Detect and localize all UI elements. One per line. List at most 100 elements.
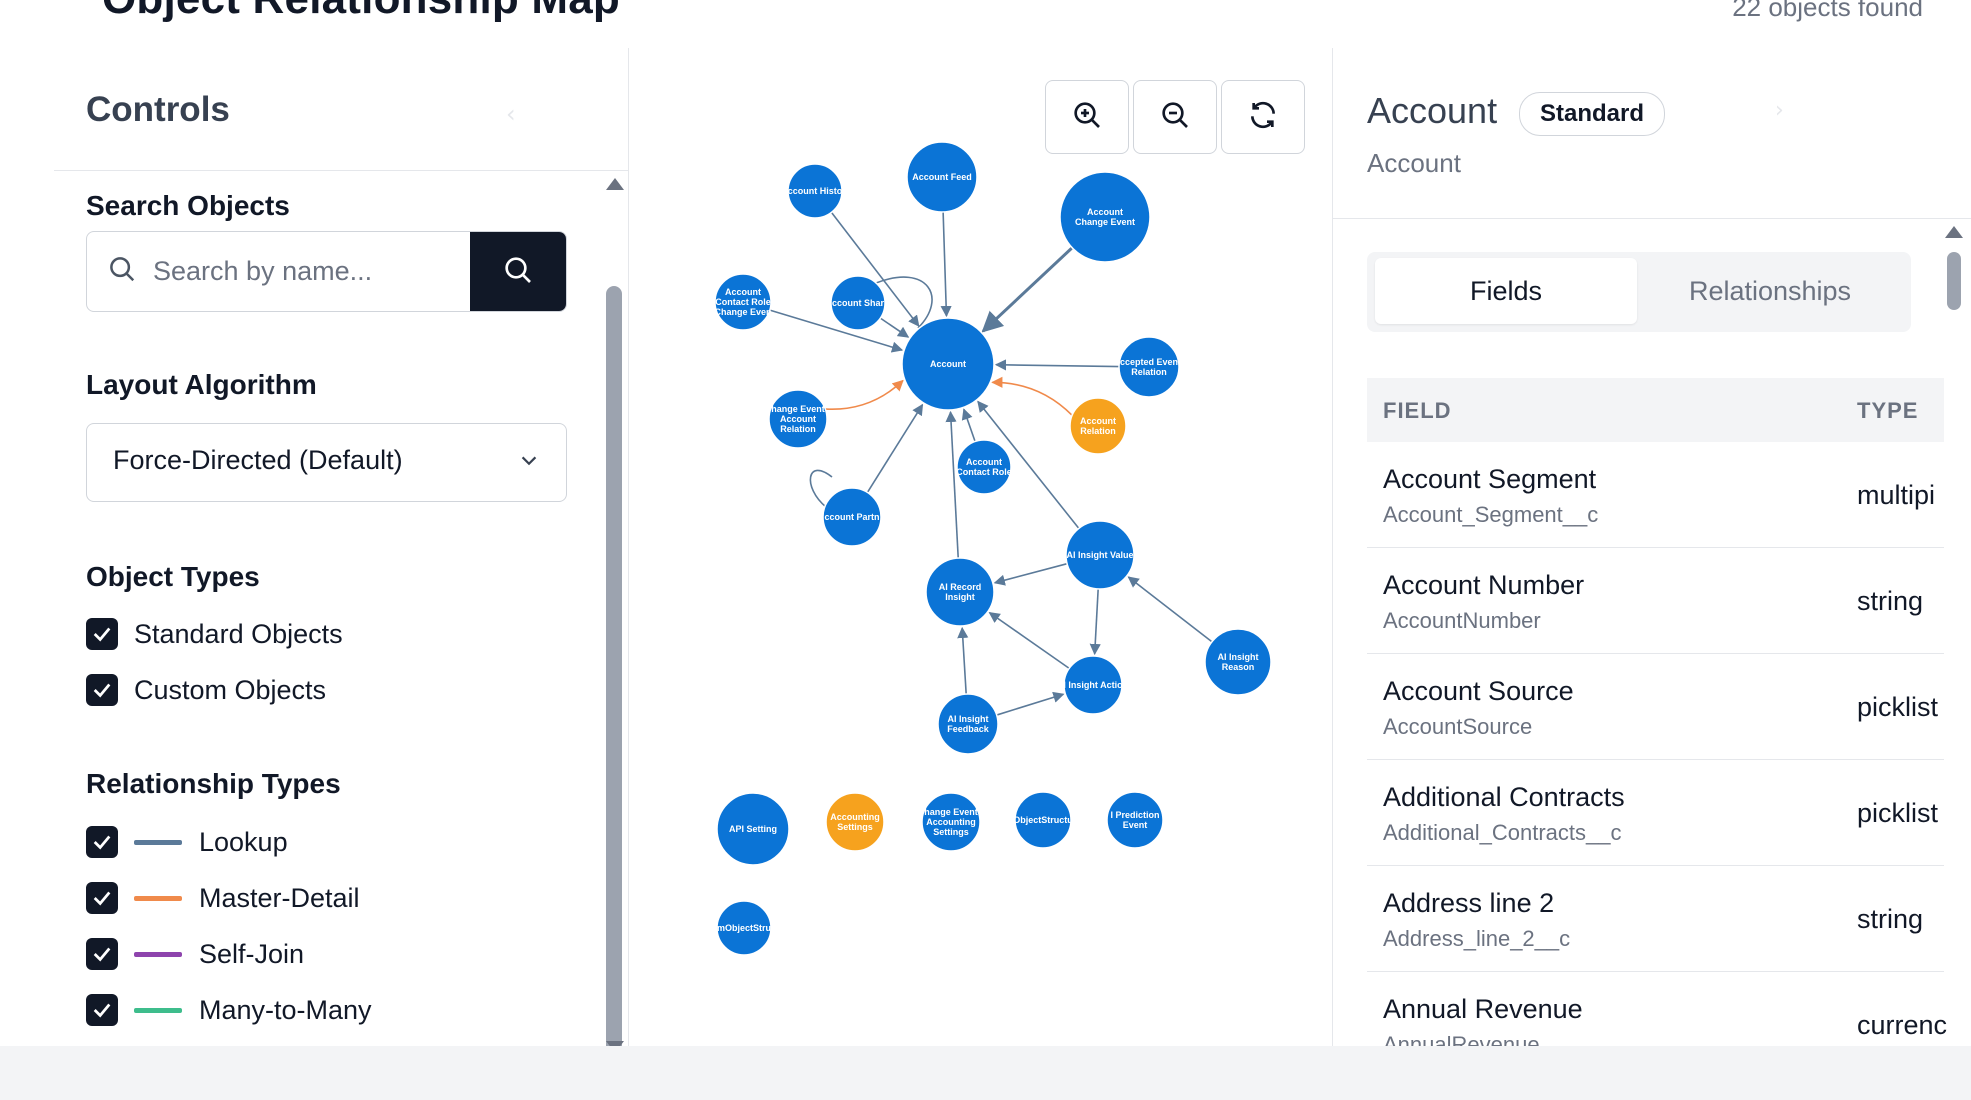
node-label: ccepted Even	[1120, 357, 1178, 367]
zoom-in-button[interactable]	[1045, 80, 1129, 154]
graph-node-custom-object-structure[interactable]: mObjectStru	[716, 900, 772, 956]
node-label: Account	[780, 414, 816, 424]
many-to-many-swatch	[134, 1007, 182, 1013]
graph-node-api-setting[interactable]: API Setting	[716, 792, 790, 866]
node-label: Contact Role	[956, 467, 1012, 477]
graph-node-accounting-settings[interactable]: AccountingSettings	[825, 792, 885, 852]
search-button-icon	[502, 254, 534, 290]
graph-node-change-event-account-relation[interactable]: hange EventAccountRelation	[768, 389, 828, 449]
graph-node-ai-insight-feedback[interactable]: AI InsightFeedback	[937, 693, 999, 755]
search-label: Search Objects	[86, 190, 290, 221]
node-label: hange Event	[924, 807, 978, 817]
node-label: I Prediction	[1110, 810, 1159, 820]
left-gutter	[0, 0, 55, 1100]
node-label: ObjectStructu	[1013, 815, 1073, 825]
reset-view-button[interactable]	[1221, 80, 1305, 154]
scrollbar-thumb[interactable]	[606, 286, 622, 1076]
graph-node-ai-insight-action[interactable]: I Insight Actio	[1063, 655, 1123, 715]
node-label: AI Insight	[1218, 652, 1259, 662]
graph-node-ai-record-insight[interactable]: AI RecordInsight	[925, 557, 995, 627]
graph-node-account[interactable]: Account	[901, 317, 995, 411]
node-label: ccount Shar	[832, 298, 885, 308]
field-api-name: AccountNumber	[1383, 608, 1541, 633]
lookup-swatch	[134, 839, 182, 845]
layout-select[interactable]: Force-Directed (Default)	[86, 423, 567, 502]
graph-node-accepted-event-relation[interactable]: ccepted EvenRelation	[1118, 336, 1180, 398]
tab-relationships[interactable]: Relationships	[1639, 258, 1901, 324]
search-input[interactable]	[151, 232, 455, 311]
tab-fields[interactable]: Fields	[1375, 258, 1637, 324]
table-header: FIELD TYPE	[1367, 378, 1944, 442]
table-row[interactable]: Account Number AccountNumber string	[1367, 548, 1944, 654]
graph-node-account-partner[interactable]: ccount Partn	[822, 487, 882, 547]
node-label: ccount Partn	[824, 512, 879, 522]
graph-node-account-feed[interactable]: Account Feed	[906, 141, 978, 213]
node-label: Accounting	[926, 817, 976, 827]
relationship-type-master-detail[interactable]: Master-Detail	[86, 880, 360, 916]
edge-account-contact-role-to-account	[961, 408, 976, 442]
self-join-swatch	[134, 951, 182, 957]
checkbox-checked-icon[interactable]	[86, 618, 118, 650]
layout-selected-value: Force-Directed (Default)	[113, 445, 403, 475]
graph-node-account-share[interactable]: ccount Shar	[830, 275, 886, 331]
checkbox-checked-icon[interactable]	[86, 826, 118, 858]
object-type-custom[interactable]: Custom Objects	[86, 672, 326, 708]
graph-canvas[interactable]: Account ccount Histo Account Feed Account Ch…	[629, 48, 1333, 1046]
node-label: Feedback	[947, 724, 990, 734]
scroll-up-arrow-icon[interactable]	[1945, 226, 1963, 238]
search-icon	[107, 254, 137, 288]
graph-node-account-contact-role[interactable]: AccountContact Role	[956, 439, 1012, 495]
node-label: Contact Role	[715, 297, 771, 307]
table-row[interactable]: Account Source AccountSource picklist	[1367, 654, 1944, 760]
graph-node-ai-insight-reason[interactable]: AI InsightReason	[1204, 628, 1272, 696]
scrollbar-thumb[interactable]	[1947, 252, 1961, 310]
edge-ai-insight-action-to-ai-record-insight	[988, 611, 1070, 670]
field-label: Account Source	[1383, 676, 1574, 706]
zoom-out-button[interactable]	[1133, 80, 1217, 154]
checkbox-checked-icon[interactable]	[86, 674, 118, 706]
graph-node-account-relation[interactable]: AccountRelation	[1069, 397, 1127, 455]
graph-node-ai-prediction-event[interactable]: I PredictionEvent	[1106, 791, 1164, 849]
table-row[interactable]: Additional Contracts Additional_Contract…	[1367, 760, 1944, 866]
relationship-type-many-to-many[interactable]: Many-to-Many	[86, 992, 372, 1028]
node-label: Relation	[1080, 426, 1116, 436]
edge-accepted-event-relation-to-account	[994, 359, 1120, 371]
field-label: Account Number	[1383, 570, 1585, 600]
table-row[interactable]: Account Segment Account_Segment__c multi…	[1367, 442, 1944, 548]
graph-node-ai-insight-value[interactable]: AI Insight Value	[1065, 520, 1135, 590]
column-header-type: TYPE	[1857, 398, 1919, 423]
node-label: Change Even	[714, 307, 771, 317]
graph-node-account-change-event[interactable]: AccountChange Event	[1059, 171, 1151, 263]
node-label: Reason	[1222, 662, 1255, 672]
zoom-in-icon	[1071, 99, 1103, 135]
checkbox-checked-icon[interactable]	[86, 938, 118, 970]
details-scrollbar[interactable]	[1943, 226, 1965, 1046]
controls-scrollbar[interactable]	[603, 173, 625, 1076]
column-header-field: FIELD	[1383, 398, 1452, 423]
graph-nodes: Accountccount HistoAccount FeedAccountCh…	[714, 141, 1272, 956]
collapse-details-icon[interactable]: ›	[1775, 98, 1784, 123]
table-row[interactable]: Annual Revenue AnnualRevenue currenc	[1367, 972, 1947, 1046]
relationship-type-self-join[interactable]: Self-Join	[86, 936, 304, 972]
field-type: multipi	[1857, 480, 1936, 510]
relationship-type-label: Master-Detail	[199, 882, 360, 913]
search-button[interactable]	[470, 232, 566, 311]
fields-table: FIELD TYPE Account Segment Account_Segme…	[1367, 378, 1947, 1046]
checkbox-checked-icon[interactable]	[86, 882, 118, 914]
object-type-standard[interactable]: Standard Objects	[86, 616, 343, 652]
object-type-label: Custom Objects	[134, 674, 327, 705]
node-label: Account	[930, 359, 966, 369]
collapse-controls-icon[interactable]: ‹	[506, 100, 516, 128]
scroll-up-arrow-icon[interactable]	[606, 178, 624, 190]
relationship-type-lookup[interactable]: Lookup	[86, 824, 288, 860]
node-label: Account	[1087, 207, 1123, 217]
relationship-graph[interactable]: Accountccount HistoAccount FeedAccountCh…	[629, 48, 1332, 1046]
checkbox-checked-icon[interactable]	[86, 994, 118, 1026]
table-row[interactable]: Address line 2 Address_line_2__c string	[1367, 866, 1944, 972]
node-label: API Setting	[729, 824, 777, 834]
graph-node-account-contact-role-change-event[interactable]: AccountContact RoleChange Even	[714, 273, 772, 331]
graph-node-object-structure[interactable]: ObjectStructu	[1013, 791, 1073, 849]
graph-node-change-event-accounting-settings[interactable]: hange EventAccountingSettings	[921, 792, 981, 852]
object-type-label: Standard Objects	[134, 618, 343, 649]
graph-node-account-history[interactable]: ccount Histo	[787, 163, 843, 219]
